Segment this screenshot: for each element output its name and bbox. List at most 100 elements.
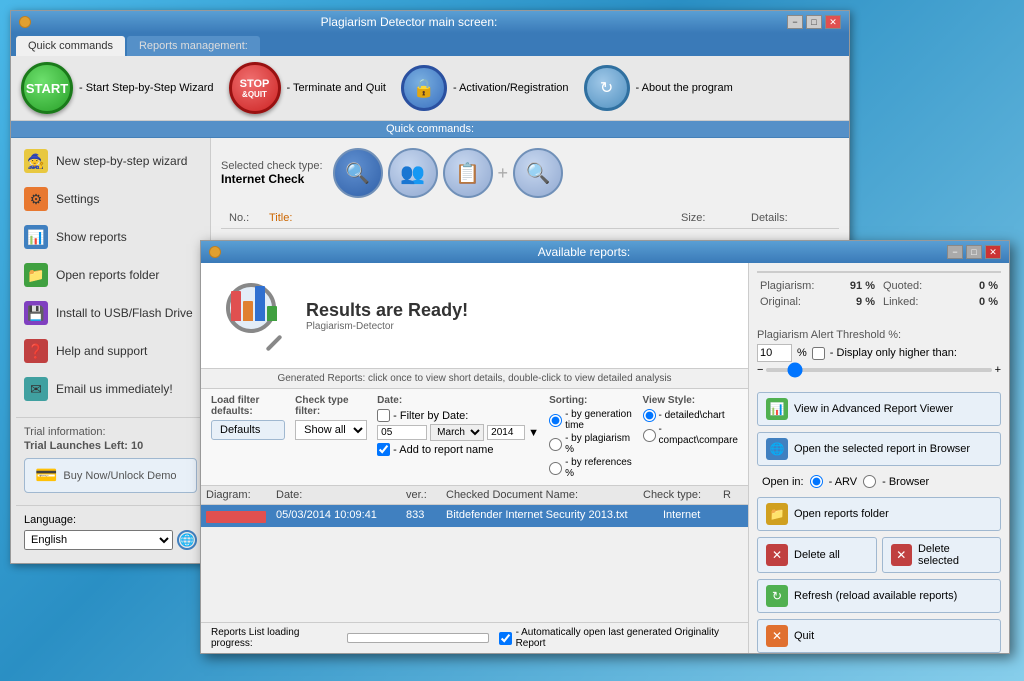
col-diagram-header: Diagram:: [206, 489, 276, 501]
lock-button-group[interactable]: 🔒 - Activation/Registration: [401, 65, 569, 111]
open-browser-radio[interactable]: [863, 475, 876, 488]
view-advanced-button[interactable]: 📊 View in Advanced Report Viewer: [757, 392, 1001, 426]
internet-check-icon[interactable]: 🔍: [333, 148, 383, 198]
open-folder-label: Open reports folder: [794, 508, 889, 520]
globe-icon: 🌐: [177, 530, 197, 550]
open-browser-button[interactable]: 🌐 Open the selected report in Browser: [757, 432, 1001, 466]
results-text: Results are Ready! Plagiarism-Detector: [306, 300, 468, 332]
folder-icon: 📁: [24, 263, 48, 287]
open-folder-button[interactable]: 📁 Open reports folder: [757, 497, 1001, 531]
delete-selected-icon: ✕: [891, 544, 912, 566]
threshold-title: Plagiarism Alert Threshold %:: [757, 329, 1001, 341]
lock-button[interactable]: 🔒: [401, 65, 447, 111]
date-month-select[interactable]: March: [430, 424, 484, 441]
date-cell: 05/03/2014 10:09:41: [276, 509, 406, 523]
main-title: Plagiarism Detector main screen:: [31, 15, 787, 29]
modal-title-bar: Available reports: − □ ✕: [201, 241, 1009, 263]
open-arv-radio[interactable]: [810, 475, 823, 488]
original-stat: Original: 9 %: [757, 295, 878, 309]
diagram-bar: [206, 511, 266, 523]
quoted-stat: Quoted: 0 %: [880, 279, 1001, 293]
col-ver-header: ver.:: [406, 489, 446, 501]
threshold-slider[interactable]: [766, 368, 991, 372]
close-button[interactable]: ✕: [825, 15, 841, 29]
open-arv-label: - ARV: [829, 476, 858, 488]
threshold-section: Plagiarism Alert Threshold %: % - Displa…: [757, 329, 1001, 376]
sidebar-item-install-usb[interactable]: 💾 Install to USB/Flash Drive: [16, 295, 205, 331]
start-button[interactable]: START: [21, 62, 73, 114]
maximize-button[interactable]: □: [806, 15, 822, 29]
auto-open-checkbox[interactable]: [499, 632, 512, 645]
sorting-label: Sorting:: [549, 395, 632, 406]
check-type-label: Check type filter:: [295, 395, 367, 417]
date-arrow-icon[interactable]: ▼: [528, 427, 539, 439]
data-table-header: Diagram: Date: ver.: Checked Document Na…: [201, 486, 748, 505]
quick-bar: Quick commands:: [11, 121, 849, 138]
delete-buttons-row: ✕ Delete all ✕ Delete selected: [757, 537, 1001, 573]
sidebar-item-help-support[interactable]: ❓ Help and support: [16, 333, 205, 369]
buy-button[interactable]: 💳 Buy Now/Unlock Demo: [24, 458, 197, 493]
view-advanced-label: View in Advanced Report Viewer: [794, 403, 953, 415]
defaults-button[interactable]: Defaults: [211, 420, 285, 440]
delete-all-button[interactable]: ✕ Delete all: [757, 537, 877, 573]
check-icon-2[interactable]: 👥: [388, 148, 438, 198]
start-button-group[interactable]: START - Start Step-by-Step Wizard: [21, 62, 214, 114]
filter-by-date-checkbox[interactable]: [377, 409, 390, 422]
sidebar-label-show-reports: Show reports: [56, 230, 127, 244]
add-to-report-checkbox[interactable]: [377, 443, 390, 456]
modal-maximize-button[interactable]: □: [966, 245, 982, 259]
tab-reports-management[interactable]: Reports management:: [127, 36, 260, 56]
table-row[interactable]: 05/03/2014 10:09:41 833 Bitdefender Inte…: [201, 505, 748, 528]
about-button[interactable]: ↻: [584, 65, 630, 111]
col-extra-header: R: [723, 489, 743, 501]
trial-label: Trial information:: [24, 426, 197, 438]
refresh-button[interactable]: ↻ Refresh (reload available reports): [757, 579, 1001, 613]
sidebar-item-open-folder[interactable]: 📁 Open reports folder: [16, 257, 205, 293]
modal-close-button[interactable]: ✕: [985, 245, 1001, 259]
language-dropdown[interactable]: English: [24, 530, 173, 550]
original-value: 9 %: [856, 296, 875, 308]
delete-selected-button[interactable]: ✕ Delete selected: [882, 537, 1002, 573]
check-type-select[interactable]: Show all: [295, 420, 367, 440]
sorting-group: Sorting: - by generation time - by plagi…: [549, 395, 632, 479]
threshold-checkbox[interactable]: [812, 347, 825, 360]
main-window-controls: − □ ✕: [787, 15, 841, 29]
quit-button[interactable]: ✕ Quit: [757, 619, 1001, 653]
threshold-input[interactable]: [757, 344, 792, 362]
open-browser-label: Open the selected report in Browser: [794, 443, 970, 455]
add-to-report-label: - Add to report name: [393, 444, 493, 456]
stop-button-group[interactable]: STOP &QUIT - Terminate and Quit: [229, 62, 386, 114]
sidebar-item-settings[interactable]: ⚙ Settings: [16, 181, 205, 217]
sort-by-generation-radio[interactable]: [549, 414, 562, 427]
selected-check-value: Internet Check: [221, 172, 323, 186]
about-button-group[interactable]: ↻ - About the program: [584, 65, 733, 111]
stats-grid: Plagiarism: 91 % Quoted: 0 % Original: 9…: [757, 279, 1001, 309]
check-icon-4[interactable]: 🔍: [513, 148, 563, 198]
stop-desc: - Terminate and Quit: [287, 82, 386, 94]
progress-bar: [347, 633, 489, 643]
sidebar-item-new-wizard[interactable]: 🧙 New step-by-step wizard: [16, 143, 205, 179]
check-icon-3[interactable]: 📋: [443, 148, 493, 198]
plus-icon: +: [498, 163, 509, 184]
date-year-input[interactable]: [487, 425, 525, 440]
sidebar-item-show-reports[interactable]: 📊 Show reports: [16, 219, 205, 255]
usb-icon: 💾: [24, 301, 48, 325]
view-compact-radio[interactable]: [643, 429, 656, 442]
footer-bar: Reports List loading progress: - Automat…: [201, 622, 748, 653]
sidebar-item-email[interactable]: ✉ Email us immediately!: [16, 371, 205, 407]
modal-minimize-button[interactable]: −: [947, 245, 963, 259]
date-day-input[interactable]: [377, 425, 427, 440]
sort-by-plagiarism-radio[interactable]: [549, 438, 562, 451]
sort-by-generation-row: - by generation time: [549, 409, 632, 431]
type-cell: Internet: [663, 509, 743, 523]
start-desc: - Start Step-by-Step Wizard: [79, 82, 214, 94]
tab-quick-commands[interactable]: Quick commands: [16, 36, 125, 56]
main-table-header: No.: Title: Size: Details:: [221, 208, 839, 229]
buy-label: Buy Now/Unlock Demo: [63, 470, 176, 482]
language-section: Language: English 🌐: [16, 505, 205, 558]
view-detailed-radio[interactable]: [643, 409, 656, 422]
sort-by-references-radio[interactable]: [549, 462, 562, 475]
bar-chart-3d: [231, 286, 277, 321]
stop-button[interactable]: STOP &QUIT: [229, 62, 281, 114]
minimize-button[interactable]: −: [787, 15, 803, 29]
